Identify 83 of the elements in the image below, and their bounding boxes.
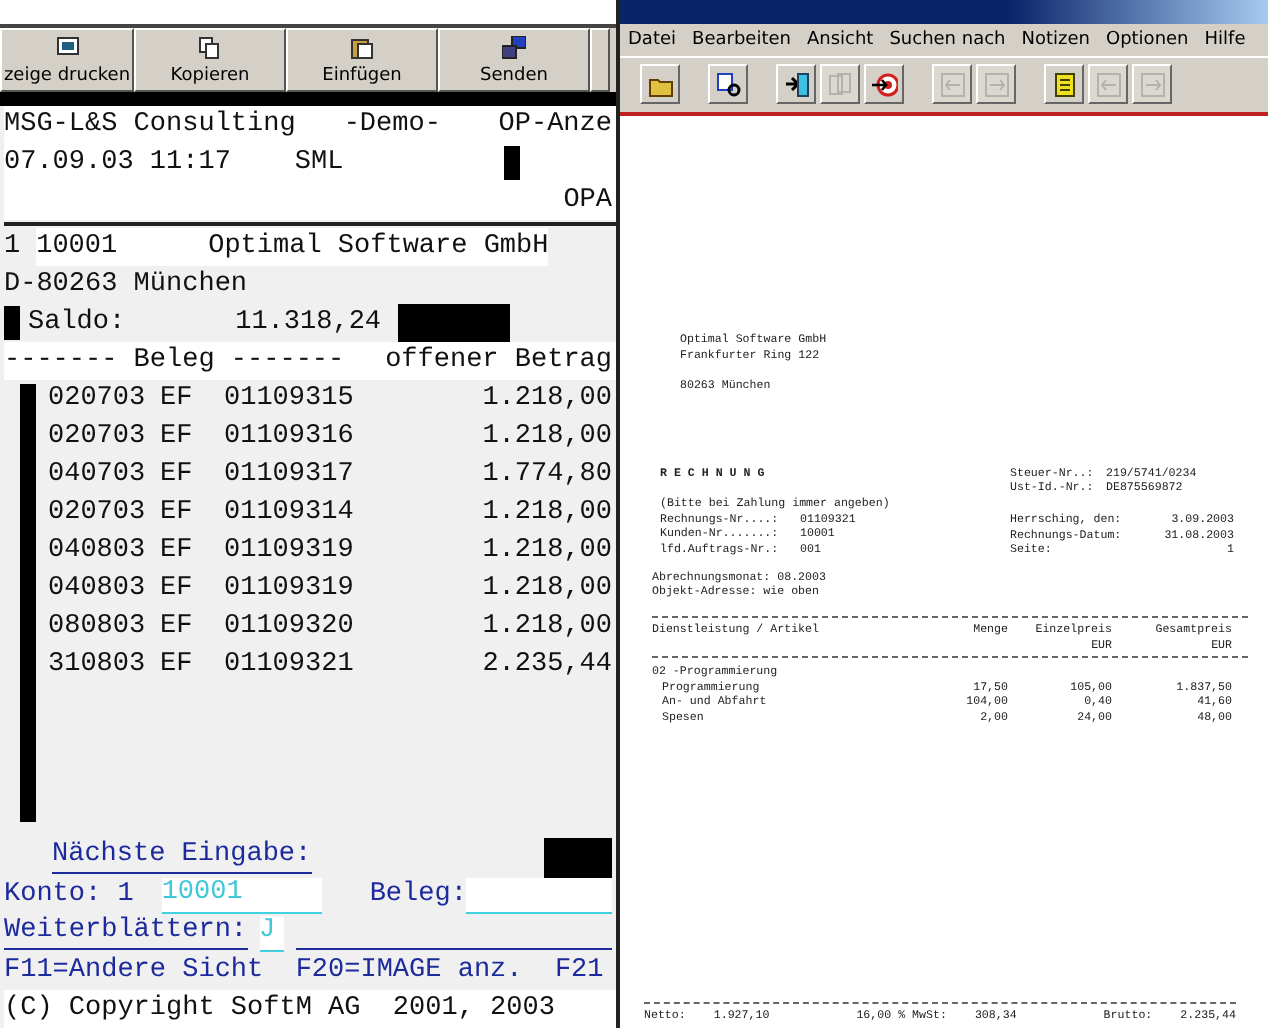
table-cell-text: EF: [160, 534, 195, 570]
menu-item[interactable]: Notizen: [1021, 30, 1090, 50]
table-cell-text: 1.218,00: [480, 382, 612, 418]
toolbar-button[interactable]: [640, 64, 680, 104]
arrow-target-icon: [871, 71, 897, 97]
input-field[interactable]: [466, 877, 612, 913]
monitor-icon: [55, 35, 79, 59]
table-cell-text: 310803: [48, 648, 148, 684]
account-number: 1: [4, 230, 21, 266]
toolbar-button[interactable]: [864, 64, 904, 104]
toolbar-button[interactable]: Einfügen: [286, 28, 438, 92]
toolbar-button[interactable]: Kopieren: [134, 28, 286, 92]
table-cell-text: 040703: [48, 458, 148, 494]
toolbar-button[interactable]: Senden: [438, 28, 590, 92]
customer-name: Optimal Software GmbH: [208, 228, 549, 266]
function-keys: F11=Andere Sicht F20=IMAGE anz. F21: [4, 952, 604, 990]
menu-item[interactable]: Hilfe: [1204, 30, 1246, 50]
table-cell-text: 1.218,00: [480, 420, 612, 456]
table-cell-text: 080803: [48, 610, 148, 646]
table-cell-text: EF: [160, 496, 195, 532]
screen-title: OP-Anze: [498, 108, 612, 144]
table-cell-text: EF: [160, 420, 195, 456]
table-cell-text: 040803: [48, 534, 148, 570]
table-cell-text: 1.218,00: [480, 572, 612, 608]
masked-field: [544, 837, 612, 877]
table-cell-text: 01109317: [224, 458, 356, 494]
program-name: OPA: [563, 184, 612, 220]
magnifier-icon: [715, 71, 741, 97]
table-cell-text: EF: [160, 648, 195, 684]
table-cell-text: 040803: [48, 572, 148, 608]
saldo-label: Saldo:: [28, 306, 126, 342]
cursor-block: [503, 146, 520, 180]
table-cell-text: EF: [160, 382, 195, 418]
user-id: SML: [294, 146, 344, 182]
menu-item[interactable]: Bearbeiten: [692, 30, 791, 50]
table-cell-text: EF: [160, 572, 195, 608]
table-cell-text: 1.218,00: [480, 610, 612, 646]
table-cell-text: EF: [160, 610, 195, 646]
toolbar-button[interactable]: [590, 28, 610, 92]
table-cell-text: 01109315: [224, 382, 356, 418]
clipboard-icon: [350, 35, 374, 59]
table-cell-text: 020703: [48, 382, 148, 418]
menu-item[interactable]: Optionen: [1105, 30, 1189, 50]
table-cell-text: 01109320: [224, 610, 356, 646]
next-input-label: Nächste Eingabe:: [52, 840, 312, 874]
menu-item[interactable]: Ansicht: [806, 30, 874, 50]
computers-icon: [502, 35, 526, 59]
mode-label: -Demo-: [343, 108, 441, 144]
menu-item[interactable]: Datei: [628, 30, 677, 50]
toolbar-button[interactable]: [776, 64, 816, 104]
table-cell-text: 1.218,00: [480, 496, 612, 532]
table-cell-text: 2.235,44: [480, 648, 612, 684]
date-time: 07.09.03 11:17: [4, 146, 231, 182]
toolbar-button[interactable]: [708, 64, 748, 104]
note-icon: [1051, 71, 1077, 97]
copyright: (C) Copyright SoftM AG 2001, 2003: [4, 992, 555, 1028]
table-cell-text: 01109314: [224, 496, 356, 532]
pages-icon: [198, 35, 222, 59]
table-cell-text: 01109316: [224, 420, 356, 456]
table-cell-text: EF: [160, 458, 195, 494]
table-cell-text: 020703: [48, 496, 148, 532]
column-header: offener Betrag: [385, 344, 612, 380]
table-cell-text: 01109321: [224, 648, 356, 684]
beleg-label: Beleg:: [369, 878, 467, 914]
list-header: ------- Beleg -------: [4, 344, 345, 380]
menu-item[interactable]: Suchen nach: [889, 30, 1006, 50]
toolbar-button[interactable]: [1044, 64, 1084, 104]
arrow-into-page-icon: [783, 71, 809, 97]
table-cell-text: 1.774,80: [480, 458, 612, 494]
toolbar-button[interactable]: zeige drucken: [0, 28, 134, 92]
page-label: Weiterblättern:: [4, 916, 248, 950]
customer-city: D-80263 München: [4, 268, 248, 304]
konto-label: Konto: 1: [4, 878, 134, 914]
masked-field: [397, 304, 510, 342]
company-name: MSG-L&S Consulting: [4, 108, 296, 144]
table-cell-text: 01109319: [224, 572, 356, 608]
pages-icon: [827, 71, 853, 97]
account-id: 10001: [36, 228, 209, 266]
table-cell-text: 01109319: [224, 534, 356, 570]
saldo-amount: 11.318,24: [235, 306, 382, 342]
field-marker: [4, 306, 20, 340]
table-cell-text: 1.218,00: [480, 534, 612, 570]
table-cell-text: 020703: [48, 420, 148, 456]
